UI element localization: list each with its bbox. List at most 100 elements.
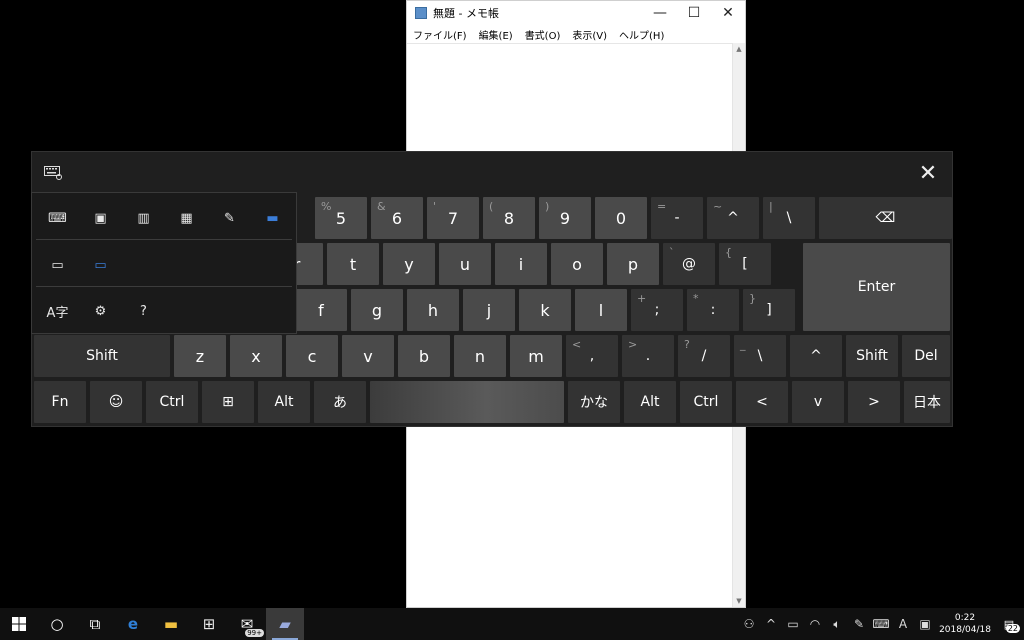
key-backspace[interactable]: ⌫ <box>819 197 952 239</box>
action-center-button[interactable]: ▤ 22 <box>994 618 1024 633</box>
key-r4-4[interactable]: v <box>342 335 394 377</box>
key-r2-2[interactable]: y <box>383 243 435 285</box>
ime-mode-indicator[interactable]: A <box>892 617 914 631</box>
keyboard-close-button[interactable]: ✕ <box>912 158 944 190</box>
minimize-button[interactable]: — <box>643 5 677 21</box>
key-r5-3[interactable]: ⊞ <box>202 381 254 423</box>
wifi-icon[interactable]: ◠ <box>804 617 826 631</box>
key-r1-7[interactable]: ~ ^ <box>707 197 759 239</box>
key-r2-5[interactable]: o <box>551 243 603 285</box>
ime-pad-icon[interactable]: ▣ <box>914 617 936 631</box>
key-r4-6[interactable]: n <box>454 335 506 377</box>
key-r4-3[interactable]: c <box>286 335 338 377</box>
key-r2-1[interactable]: t <box>327 243 379 285</box>
key-r5-1[interactable]: ☺ <box>90 381 142 423</box>
key-r1-4[interactable]: ) 9 <box>539 197 591 239</box>
key-r4-14[interactable]: Del <box>902 335 950 377</box>
menu-file[interactable]: ファイル(F) <box>413 27 467 42</box>
file-explorer-button[interactable]: ▬ <box>152 608 190 640</box>
key-r5-4[interactable]: Alt <box>258 381 310 423</box>
menu-help[interactable]: ヘルプ(H) <box>619 27 664 42</box>
key-r4-1[interactable]: z <box>174 335 226 377</box>
key-r4-0[interactable]: Shift <box>34 335 170 377</box>
key-r1-8[interactable]: | \ <box>763 197 815 239</box>
key-space[interactable] <box>370 381 564 423</box>
key-r4-7[interactable]: m <box>510 335 562 377</box>
language-icon[interactable]: A字 <box>36 302 79 321</box>
key-r5-12[interactable]: > <box>848 381 900 423</box>
store-button[interactable]: ⊞ <box>190 608 228 640</box>
key-r5-13[interactable]: 日本 <box>904 381 950 423</box>
key-r1-3[interactable]: (8 <box>483 197 535 239</box>
start-button[interactable] <box>0 608 38 640</box>
pen-workspace-icon[interactable]: ✎ <box>848 617 870 631</box>
keyboard-settings-icon[interactable] <box>44 166 62 180</box>
key-r5-10[interactable]: < <box>736 381 788 423</box>
key-r4-10[interactable]: ? / <box>678 335 730 377</box>
key-r3-2[interactable]: h <box>407 289 459 331</box>
key-r4-12[interactable]: ^ <box>790 335 842 377</box>
cortana-button[interactable]: ○ <box>38 608 76 640</box>
key-r5-2[interactable]: Ctrl <box>146 381 198 423</box>
layout-split-icon[interactable]: ▥ <box>122 211 165 226</box>
key-r1-1[interactable]: & 6 <box>371 197 423 239</box>
edge-button[interactable]: e <box>114 608 152 640</box>
battery-icon[interactable]: ▭ <box>782 617 804 631</box>
touch-keyboard-icon[interactable]: ⌨ <box>870 617 892 631</box>
task-view-button[interactable]: ⧉ <box>76 608 114 640</box>
key-r4-11[interactable]: _ \ <box>734 335 786 377</box>
key-r4-9[interactable]: >. <box>622 335 674 377</box>
key-r5-11[interactable]: v <box>792 381 844 423</box>
layout-small-icon[interactable]: ▣ <box>79 211 122 226</box>
key-r4-8[interactable]: <, <box>566 335 618 377</box>
key-r3-3[interactable]: j <box>463 289 515 331</box>
key-r3-5[interactable]: l <box>575 289 627 331</box>
maximize-button[interactable]: ☐ <box>677 5 711 21</box>
key-r4-13[interactable]: Shift <box>846 335 898 377</box>
key-r2-3[interactable]: u <box>439 243 491 285</box>
menu-view[interactable]: 表示(V) <box>572 27 607 42</box>
key-r3-7[interactable]: *: <box>687 289 739 331</box>
layout-full-icon[interactable]: ▬ <box>251 211 294 226</box>
mail-button[interactable]: ✉ 99+ <box>228 608 266 640</box>
scroll-up-icon[interactable]: ▲ <box>733 45 745 53</box>
layout-handwriting-icon[interactable]: ✎ <box>208 211 251 226</box>
key-r1-0[interactable]: % 5 <box>315 197 367 239</box>
notepad-titlebar[interactable]: 無題 - メモ帳 — ☐ ✕ <box>407 1 745 25</box>
key-r1-6[interactable]: = - <box>651 197 703 239</box>
key-r3-8[interactable]: }] <box>743 289 795 331</box>
scroll-down-icon[interactable]: ▼ <box>733 597 745 605</box>
key-r4-5[interactable]: b <box>398 335 450 377</box>
key-r5-8[interactable]: Alt <box>624 381 676 423</box>
key-r3-1[interactable]: g <box>351 289 403 331</box>
dock-icon[interactable]: ▭ <box>36 258 79 273</box>
key-r5-7[interactable]: かな <box>568 381 620 423</box>
undock-icon[interactable]: ▭ <box>79 258 122 273</box>
key-r2-4[interactable]: i <box>495 243 547 285</box>
help-icon[interactable]: ? <box>122 304 165 319</box>
key-r3-4[interactable]: k <box>519 289 571 331</box>
layout-default-icon[interactable]: ⌨ <box>36 211 79 226</box>
key-r2-8[interactable]: {[ <box>719 243 771 285</box>
key-r5-9[interactable]: Ctrl <box>680 381 732 423</box>
key-r3-0[interactable]: f <box>295 289 347 331</box>
clock[interactable]: 0:22 2018/04/18 <box>936 612 994 636</box>
volume-icon[interactable]: 🔈︎ <box>826 617 848 632</box>
menu-format[interactable]: 書式(O) <box>525 27 561 42</box>
close-button[interactable]: ✕ <box>711 5 745 21</box>
menu-edit[interactable]: 編集(E) <box>479 27 513 42</box>
key-r5-0[interactable]: Fn <box>34 381 86 423</box>
key-r4-2[interactable]: x <box>230 335 282 377</box>
key-r2-7[interactable]: ` @ <box>663 243 715 285</box>
key-r2-6[interactable]: p <box>607 243 659 285</box>
settings-gear-icon[interactable]: ⚙ <box>79 304 122 319</box>
notepad-taskbar-button[interactable]: ▰ <box>266 608 304 640</box>
layout-standard-icon[interactable]: ▦ <box>165 211 208 226</box>
key-r5-5[interactable]: あ <box>314 381 366 423</box>
people-icon[interactable]: ⚇ <box>738 617 760 631</box>
show-hidden-icons-icon[interactable]: ^ <box>760 617 782 631</box>
key-r3-6[interactable]: +; <box>631 289 683 331</box>
key-r1-5[interactable]: 0 <box>595 197 647 239</box>
key-enter[interactable]: Enter <box>803 243 950 331</box>
key-r1-2[interactable]: ' 7 <box>427 197 479 239</box>
